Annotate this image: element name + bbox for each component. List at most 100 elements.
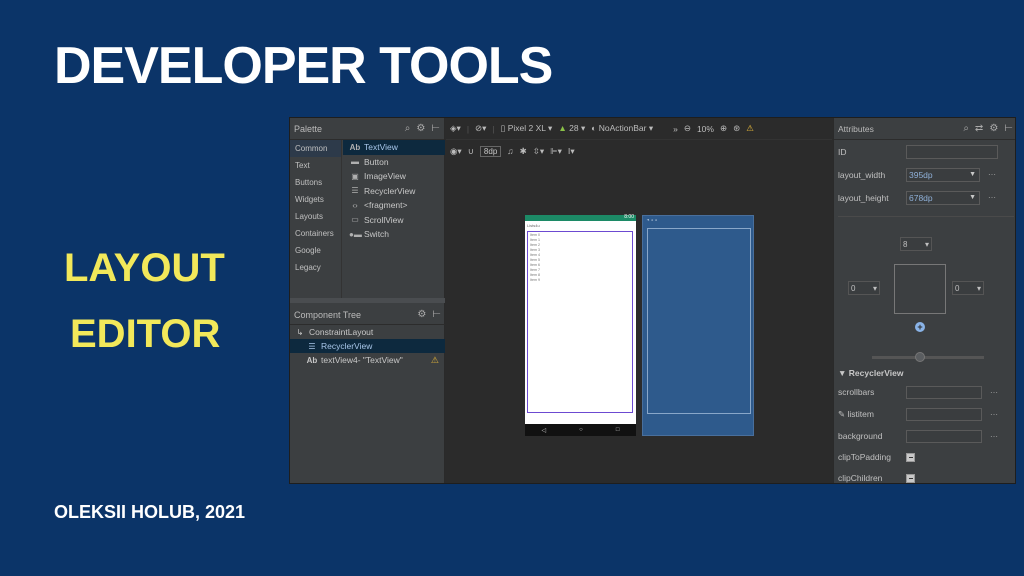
- more-icon[interactable]: ⋯: [990, 432, 998, 441]
- android-studio-window: Palette ⌕ ⚙ ⊢ Common Text Buttons Widget…: [289, 117, 1016, 484]
- attr-listitem-input[interactable]: [906, 407, 982, 421]
- attr-background-input[interactable]: [906, 429, 982, 443]
- api-selector[interactable]: ▲ 28 ▾: [558, 123, 585, 134]
- device-selector[interactable]: ▯ Pixel 2 XL ▾: [501, 123, 553, 134]
- warning-icon[interactable]: ⚠: [746, 123, 754, 134]
- editor-toolbar-top: ◈▾ | ⊘▾ | ▯ Pixel 2 XL ▾ ▲ 28 ▾ ◐ NoActi…: [446, 118, 832, 140]
- constraint-top-select[interactable]: 8 ▾: [900, 237, 932, 251]
- hide-panel-icon[interactable]: ⊢: [1004, 123, 1013, 134]
- slide-subtitle-layout: LAYOUT: [64, 246, 225, 290]
- palette-item-textview[interactable]: Ab TextView: [343, 140, 445, 155]
- layers-icon[interactable]: ◈▾: [450, 123, 461, 134]
- magnet-icon[interactable]: ∪: [468, 146, 474, 157]
- attr-id-row: ID: [834, 140, 1015, 163]
- code-icon: ‹›: [352, 200, 358, 210]
- gear-icon[interactable]: ⚙: [417, 309, 426, 320]
- attr-background-label: background: [838, 431, 883, 441]
- preview-app-title: Lists4u: [527, 223, 540, 228]
- theme-selector[interactable]: ◐ NoActionBar ▾: [591, 123, 653, 134]
- attr-layout-height-select[interactable]: 678dp ▼: [906, 190, 980, 205]
- design-editor: ◈▾ | ⊘▾ | ▯ Pixel 2 XL ▾ ▲ 28 ▾ ◐ NoActi…: [446, 118, 832, 483]
- attr-cliptopadding-label: clipToPadding: [838, 452, 891, 462]
- zoom-in-icon[interactable]: ⊕: [720, 123, 727, 134]
- more-icon[interactable]: ⋯: [988, 193, 996, 202]
- attr-scrollbars-input[interactable]: [906, 385, 982, 399]
- warning-icon[interactable]: ⚠: [431, 355, 439, 366]
- palette-category-text[interactable]: Text: [290, 157, 341, 174]
- recyclerview-section[interactable]: ▼ RecyclerView: [838, 368, 903, 378]
- tree-item-textview4[interactable]: Ab textView4- "TextView" ⚠: [290, 353, 445, 367]
- palette-item-imageview[interactable]: ▣ ImageView: [343, 169, 445, 184]
- constraint-right-select[interactable]: 0 ▾: [952, 281, 984, 295]
- search-icon[interactable]: ⌕: [405, 123, 411, 134]
- palette-category-common[interactable]: Common: [290, 140, 341, 157]
- attributes-panel: Attributes ⌕ ⇄ ⚙ ⊢ ID layout_width 395dp…: [833, 118, 1015, 483]
- clipchildren-checkbox[interactable]: [906, 473, 915, 483]
- palette-item-switch[interactable]: ●▬ Switch: [343, 227, 445, 242]
- palette-category-layouts[interactable]: Layouts: [290, 208, 341, 225]
- blueprint-preview[interactable]: ◔ ▫ ▫: [642, 215, 754, 436]
- switch-icon: ●▬: [349, 229, 362, 239]
- attr-layout-width-label: layout_width: [838, 169, 886, 180]
- more-icon[interactable]: ⋯: [988, 170, 996, 179]
- infer-constraints-icon[interactable]: ✱: [520, 146, 527, 157]
- pack-icon[interactable]: ⇳▾: [533, 146, 544, 157]
- swap-icon[interactable]: ⇄: [975, 123, 983, 134]
- palette-item-scrollview[interactable]: ▭ ScrollView: [343, 213, 445, 228]
- gear-icon[interactable]: ⚙: [989, 123, 998, 134]
- palette-item-fragment[interactable]: ‹› <fragment>: [343, 198, 445, 213]
- tree-item-constraintlayout[interactable]: ↳ ConstraintLayout: [290, 325, 445, 339]
- attr-layout-width-select[interactable]: 395dp ▼: [906, 167, 980, 182]
- palette-item-button[interactable]: ▬ Button: [343, 155, 445, 170]
- chevron-down-icon: ▾: [872, 283, 877, 293]
- palette-category-google[interactable]: Google: [290, 242, 341, 259]
- blueprint-recycler-bounds[interactable]: [647, 228, 751, 414]
- search-icon[interactable]: ⌕: [963, 123, 969, 134]
- attributes-title: Attributes: [838, 123, 874, 134]
- slide-title: DEVELOPER TOOLS: [54, 37, 553, 95]
- palette-category-legacy[interactable]: Legacy: [290, 259, 341, 276]
- recents-icon: □: [615, 427, 620, 433]
- constraint-left-select[interactable]: 0 ▾: [848, 281, 880, 295]
- panel-splitter[interactable]: [290, 298, 445, 303]
- add-constraint-icon[interactable]: +: [915, 322, 925, 332]
- palette-item-recyclerview[interactable]: ☰ RecyclerView: [343, 184, 445, 199]
- align-icon[interactable]: ⊫▾: [550, 146, 562, 157]
- orientation-icon[interactable]: ⊘▾: [475, 123, 486, 134]
- eye-icon[interactable]: ◉▾: [450, 146, 462, 157]
- constraint-view-box[interactable]: [894, 264, 946, 314]
- gear-icon[interactable]: ⚙: [416, 123, 425, 134]
- bias-slider-handle[interactable]: [915, 352, 925, 362]
- zoom-out-icon[interactable]: ⊖: [684, 123, 691, 134]
- component-tree-header: Component Tree ⚙ ⊢: [290, 305, 445, 325]
- attr-id-input[interactable]: [906, 144, 998, 159]
- more-icon[interactable]: ⋯: [990, 388, 998, 397]
- palette-category-containers[interactable]: Containers: [290, 225, 341, 242]
- editor-toolbar-constraints: ◉▾ ∪ 8dp ♫ ✱ ⇳▾ ⊫▾ Ⅰ▾: [446, 140, 832, 162]
- chevron-down-icon: ▾: [976, 283, 981, 293]
- recycler-view-preview[interactable]: Item 0 Item 1 Item 2 Item 3 Item 4 Item …: [527, 231, 633, 413]
- guidelines-icon[interactable]: Ⅰ▾: [568, 146, 575, 157]
- zoom-fit-icon[interactable]: ⊛: [733, 123, 740, 134]
- constraint-layout-icon: ↳: [296, 327, 304, 337]
- palette-category-buttons[interactable]: Buttons: [290, 174, 341, 191]
- cliptopadding-checkbox[interactable]: [906, 452, 915, 462]
- tree-item-recyclerview[interactable]: ☰ RecyclerView: [290, 339, 445, 353]
- palette-category-widgets[interactable]: Widgets: [290, 191, 341, 208]
- hide-panel-icon[interactable]: ⊢: [432, 309, 441, 320]
- attr-scrollbars-row: scrollbars ⋯: [838, 382, 1015, 402]
- scroll-icon: ▭: [351, 215, 359, 225]
- clear-constraints-icon[interactable]: ♫: [507, 146, 513, 156]
- bias-slider[interactable]: [872, 356, 984, 359]
- collapse-icon: ▼: [838, 368, 847, 378]
- more-icon[interactable]: ⋯: [990, 410, 998, 419]
- component-tree-panel: Component Tree ⚙ ⊢ ↳ ConstraintLayout ☰ Re…: [290, 305, 445, 367]
- attr-background-row: background ⋯: [838, 426, 1015, 446]
- image-icon: ▣: [351, 171, 359, 181]
- mouse-cursor-icon: ➤: [621, 298, 632, 312]
- component-tree-title: Component Tree: [294, 309, 362, 320]
- design-preview-phone[interactable]: 8:00 Lists4u Item 0 Item 1 Item 2 Item 3…: [525, 214, 636, 436]
- overflow-icon[interactable]: »: [673, 124, 678, 134]
- default-margin-field[interactable]: 8dp: [479, 145, 502, 157]
- hide-panel-icon[interactable]: ⊢: [431, 123, 440, 134]
